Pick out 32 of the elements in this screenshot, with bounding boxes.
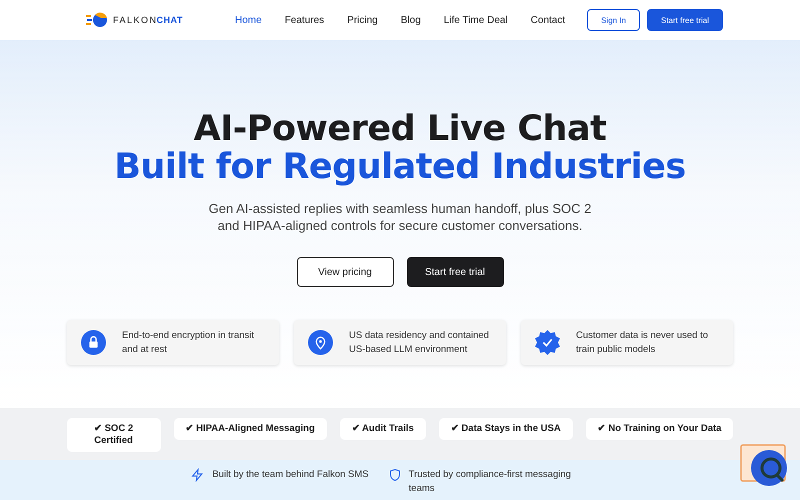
compliance-badge: ✔ No Training on Your Data [586, 418, 734, 440]
logo-text: FALKON [113, 15, 158, 25]
start-trial-button[interactable]: Start free trial [646, 9, 723, 31]
feature-text: US data residency and contained US-based LLM environment [349, 328, 490, 356]
trust-text: Built by the team behind Falkon SMS [212, 468, 369, 482]
nav-link[interactable]: Blog [400, 14, 421, 26]
nav-link[interactable]: Pricing [347, 14, 378, 26]
sign-in-button[interactable]: Sign In [587, 9, 640, 31]
hero-title: Built for Regulated Industries [114, 148, 686, 186]
verified-badge-icon [535, 330, 560, 355]
logo-icon [86, 12, 108, 28]
nav-link[interactable]: Home [235, 14, 262, 26]
nav-link[interactable]: Contact [530, 14, 566, 26]
shield-icon [388, 468, 401, 482]
location-pin-icon [308, 330, 333, 355]
compliance-badge: ✔ HIPAA-Aligned Messaging [174, 418, 327, 440]
feature-text: Customer data is never used to train public models [576, 328, 710, 356]
compliance-badge: ✔ Audit Trails [340, 418, 426, 440]
compliance-badge: ✔ Data Stays in the USA [438, 418, 573, 440]
feature-text: End-to-end encryption in transit and at rest [122, 328, 256, 356]
lightning-icon [191, 468, 204, 482]
start-trial-button[interactable]: Start free trial [406, 257, 504, 287]
hero-title: AI-Powered Live Chat [194, 110, 606, 148]
nav-link[interactable]: Life Time Deal [444, 14, 508, 26]
trust-text: Trusted by compliance-first messaging teams [408, 468, 572, 496]
hero-subtitle: Gen AI-assisted replies with seamless human handoff, plus SOC 2 and HIPAA-aligned controls for secure customer conversations. [208, 200, 592, 234]
view-pricing-button[interactable]: View pricing [296, 257, 394, 287]
lock-icon [81, 330, 106, 355]
nav-link[interactable]: Features [284, 14, 324, 26]
chat-widget-icon[interactable] [740, 444, 790, 488]
compliance-badge: ✔ SOC 2 Certified [66, 418, 161, 452]
logo-text: CHAT [156, 15, 183, 25]
